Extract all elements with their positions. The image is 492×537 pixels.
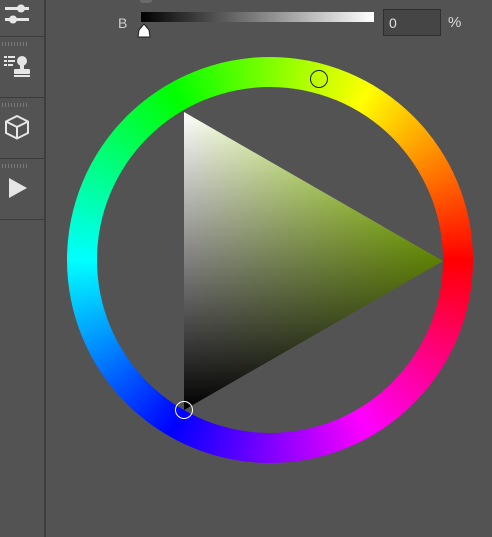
clone-source-button[interactable] — [2, 51, 32, 81]
panel-grip[interactable] — [2, 42, 28, 46]
color-panel: B % — [0, 0, 492, 537]
3d-cube-icon — [5, 115, 29, 140]
brightness-label: B — [118, 15, 128, 31]
tool-group-stamp — [0, 37, 44, 98]
tool-group-3d — [0, 98, 44, 159]
left-toolbar — [0, 0, 44, 537]
slider-thumb-stub — [140, 0, 152, 3]
adjustment-sliders-icon — [5, 4, 29, 24]
stamp-list-icon — [4, 56, 30, 77]
color-selector-marker[interactable] — [175, 401, 193, 419]
hue-selector-marker[interactable] — [310, 70, 328, 88]
tool-group-actions — [0, 159, 44, 220]
panel-grip[interactable] — [2, 164, 28, 168]
3d-button[interactable] — [2, 112, 32, 142]
brightness-slider-track[interactable] — [141, 12, 374, 22]
brightness-unit-label: % — [448, 14, 462, 31]
panel-grip[interactable] — [2, 103, 28, 107]
brightness-slider-thumb[interactable] — [135, 23, 153, 39]
adjustments-button[interactable] — [2, 0, 32, 30]
tool-group-adjustments — [0, 0, 44, 37]
play-button[interactable] — [2, 173, 32, 203]
play-icon — [9, 178, 27, 198]
toolbar-divider — [44, 0, 46, 537]
brightness-value-input[interactable] — [383, 9, 441, 36]
